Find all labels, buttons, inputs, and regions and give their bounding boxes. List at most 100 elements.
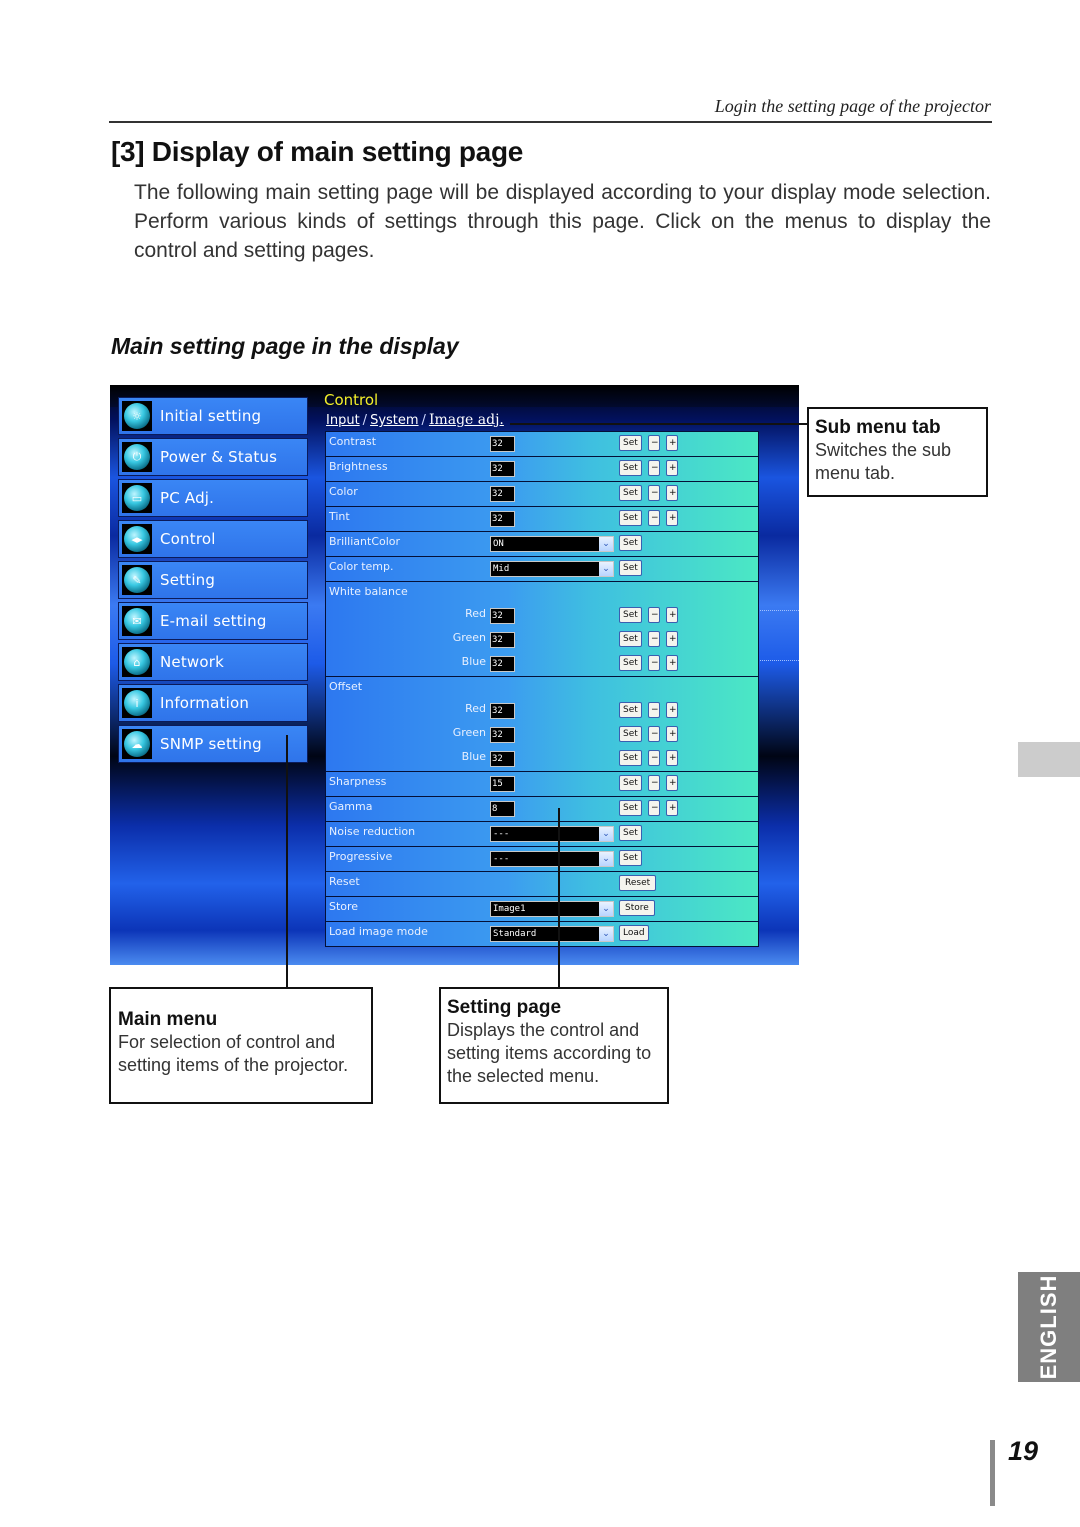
- set-button[interactable]: Set: [619, 850, 642, 866]
- store-button[interactable]: Store: [619, 900, 655, 916]
- menu-item-control[interactable]: ◂▸ Control: [118, 520, 308, 558]
- page-number: 19: [1008, 1436, 1039, 1466]
- color-temp-select[interactable]: Mid ⌄: [490, 561, 614, 577]
- minus-button[interactable]: −: [648, 702, 660, 718]
- wb-red-input[interactable]: 32: [490, 608, 515, 624]
- setting-page-screenshot: ☼ Initial setting ⏻ Power & Status ▭ PC Adj…: [110, 385, 799, 965]
- subtab-image-adj[interactable]: Image adj.: [429, 412, 504, 428]
- menu-item-label: E-mail setting: [160, 612, 267, 630]
- row-label: Reset: [329, 875, 360, 888]
- menu-item-initial-setting[interactable]: ☼ Initial setting: [118, 397, 308, 435]
- row-store: Store Image1 ⌄ Store: [325, 897, 759, 922]
- callout-title: Sub menu tab: [815, 417, 941, 438]
- plus-button[interactable]: +: [666, 435, 678, 451]
- sharpness-input[interactable]: 15: [490, 776, 515, 792]
- plus-button[interactable]: +: [666, 510, 678, 526]
- plus-button[interactable]: +: [666, 607, 678, 623]
- brilliant-color-select[interactable]: ON ⌄: [490, 536, 614, 552]
- color-input[interactable]: 32: [490, 486, 515, 502]
- plus-button[interactable]: +: [666, 631, 678, 647]
- row-label: Noise reduction: [329, 825, 416, 838]
- chevron-down-icon[interactable]: ⌄: [599, 537, 613, 551]
- subtab-system[interactable]: System: [370, 413, 418, 428]
- plus-button[interactable]: +: [666, 702, 678, 718]
- plus-button[interactable]: +: [666, 750, 678, 766]
- brightness-input[interactable]: 32: [490, 461, 515, 477]
- offset-blue-input[interactable]: 32: [490, 751, 515, 767]
- wb-green-input[interactable]: 32: [490, 632, 515, 648]
- menu-item-setting[interactable]: ✎ Setting: [118, 561, 308, 599]
- group-title: White balance: [329, 585, 408, 598]
- chevron-down-icon[interactable]: ⌄: [599, 562, 613, 576]
- menu-item-snmp-setting[interactable]: ☁ SNMP setting: [118, 725, 308, 763]
- row-label: Color: [329, 485, 358, 498]
- header-rule: [109, 121, 992, 123]
- store-select[interactable]: Image1 ⌄: [490, 901, 614, 917]
- noise-reduction-select[interactable]: --- ⌄: [490, 826, 614, 842]
- set-button[interactable]: Set: [619, 631, 642, 647]
- plus-button[interactable]: +: [666, 775, 678, 791]
- set-button[interactable]: Set: [619, 800, 642, 816]
- menu-item-email-setting[interactable]: ✉ E-mail setting: [118, 602, 308, 640]
- select-value: Standard: [493, 929, 537, 939]
- minus-button[interactable]: −: [648, 775, 660, 791]
- chevron-down-icon[interactable]: ⌄: [599, 852, 613, 866]
- set-button[interactable]: Set: [619, 560, 642, 576]
- plus-button[interactable]: +: [666, 800, 678, 816]
- menu-item-label: Information: [160, 694, 250, 712]
- chevron-down-icon[interactable]: ⌄: [599, 827, 613, 841]
- set-button[interactable]: Set: [619, 775, 642, 791]
- set-button[interactable]: Set: [619, 825, 642, 841]
- row-label: BrilliantColor: [329, 535, 401, 548]
- wb-blue-input[interactable]: 32: [490, 656, 515, 672]
- menu-item-information[interactable]: i Information: [118, 684, 308, 722]
- reset-button[interactable]: Reset: [619, 875, 657, 891]
- contrast-input[interactable]: 32: [490, 436, 515, 452]
- offset-red-input[interactable]: 32: [490, 703, 515, 719]
- minus-button[interactable]: −: [648, 607, 660, 623]
- menu-item-network[interactable]: ⌂ Network: [118, 643, 308, 681]
- menu-item-label: SNMP setting: [160, 735, 262, 753]
- row-tint: Tint 32 Set − +: [325, 507, 759, 532]
- set-button[interactable]: Set: [619, 726, 642, 742]
- set-button[interactable]: Set: [619, 535, 642, 551]
- minus-button[interactable]: −: [648, 750, 660, 766]
- minus-button[interactable]: −: [648, 800, 660, 816]
- set-button[interactable]: Set: [619, 435, 642, 451]
- set-button[interactable]: Set: [619, 460, 642, 476]
- load-image-mode-select[interactable]: Standard ⌄: [490, 926, 614, 942]
- minus-button[interactable]: −: [648, 631, 660, 647]
- subtab-input[interactable]: Input: [326, 413, 360, 428]
- set-button[interactable]: Set: [619, 702, 642, 718]
- gamma-input[interactable]: 8: [490, 801, 515, 817]
- minus-button[interactable]: −: [648, 655, 660, 671]
- network-icon: ⌂: [122, 647, 152, 677]
- load-button[interactable]: Load: [619, 925, 649, 941]
- progressive-select[interactable]: --- ⌄: [490, 851, 614, 867]
- chevron-down-icon[interactable]: ⌄: [599, 927, 613, 941]
- tint-input[interactable]: 32: [490, 511, 515, 527]
- row-noise-reduction: Noise reduction --- ⌄ Set: [325, 822, 759, 847]
- set-button[interactable]: Set: [619, 485, 642, 501]
- offset-green-input[interactable]: 32: [490, 727, 515, 743]
- callout-title: Setting page: [447, 997, 562, 1018]
- set-button[interactable]: Set: [619, 655, 642, 671]
- chevron-down-icon[interactable]: ⌄: [599, 902, 613, 916]
- plus-button[interactable]: +: [666, 655, 678, 671]
- menu-item-power-status[interactable]: ⏻ Power & Status: [118, 438, 308, 476]
- row-label: Progressive: [329, 850, 393, 863]
- minus-button[interactable]: −: [648, 460, 660, 476]
- minus-button[interactable]: −: [648, 510, 660, 526]
- sub-label: Green: [452, 631, 486, 644]
- set-button[interactable]: Set: [619, 607, 642, 623]
- menu-item-pc-adj[interactable]: ▭ PC Adj.: [118, 479, 308, 517]
- minus-button[interactable]: −: [648, 435, 660, 451]
- set-button[interactable]: Set: [619, 510, 642, 526]
- set-button[interactable]: Set: [619, 750, 642, 766]
- plus-button[interactable]: +: [666, 726, 678, 742]
- plus-button[interactable]: +: [666, 460, 678, 476]
- plus-button[interactable]: +: [666, 485, 678, 501]
- decorative-dots: [760, 660, 799, 663]
- minus-button[interactable]: −: [648, 726, 660, 742]
- minus-button[interactable]: −: [648, 485, 660, 501]
